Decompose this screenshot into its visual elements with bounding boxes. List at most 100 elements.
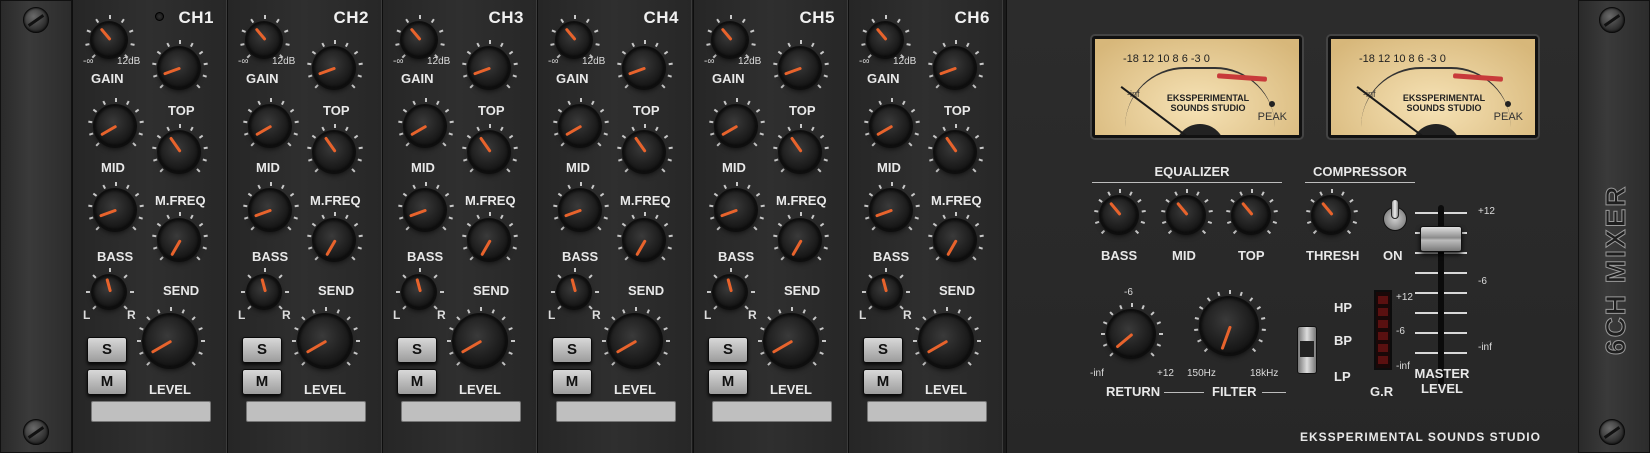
- gr-minus6-label: -6: [1396, 326, 1405, 337]
- threshold-knob[interactable]: [1313, 197, 1349, 233]
- knob-tick: [353, 222, 359, 227]
- level-knob[interactable]: [765, 315, 817, 367]
- knob-tick: [1094, 220, 1100, 224]
- send-knob[interactable]: [624, 220, 664, 260]
- knob-tick: [489, 40, 491, 44]
- level-label: LEVEL: [925, 382, 967, 397]
- send-knob[interactable]: [780, 220, 820, 260]
- knob-pointer: [771, 339, 794, 354]
- top-knob[interactable]: [780, 48, 820, 88]
- solo-button[interactable]: S: [397, 337, 437, 363]
- bass-knob[interactable]: [95, 190, 135, 230]
- solo-button[interactable]: S: [708, 337, 748, 363]
- gain-knob[interactable]: [868, 23, 902, 57]
- compressor-on-toggle[interactable]: [1383, 199, 1407, 233]
- mid-knob[interactable]: [250, 106, 290, 146]
- pan-knob[interactable]: [558, 276, 590, 308]
- return-max-label: +12: [1157, 368, 1174, 379]
- solo-button[interactable]: S: [863, 337, 903, 363]
- mfreq-knob[interactable]: [780, 132, 820, 172]
- gain-knob[interactable]: [92, 23, 126, 57]
- gain-knob[interactable]: [713, 23, 747, 57]
- mid-knob[interactable]: [716, 106, 756, 146]
- vu-meter-right: -18 12 10 8 6 -3 0 -inf EKSSPERIMENTALSO…: [1328, 36, 1538, 138]
- gain-max-label: 12dB: [893, 56, 917, 67]
- pan-knob[interactable]: [93, 276, 125, 308]
- knob-tick: [974, 50, 980, 55]
- level-knob[interactable]: [609, 315, 661, 367]
- top-label: TOP: [633, 103, 660, 118]
- filter-mode-switch[interactable]: [1297, 326, 1317, 374]
- bass-knob[interactable]: [405, 190, 445, 230]
- bass-knob[interactable]: [871, 190, 911, 230]
- master-fader-cap[interactable]: [1420, 226, 1462, 252]
- scribble-strip[interactable]: [556, 401, 676, 422]
- knob-tick: [430, 18, 435, 24]
- master-eq-mid-knob[interactable]: [1168, 197, 1204, 233]
- level-knob[interactable]: [299, 315, 351, 367]
- top-knob[interactable]: [314, 48, 354, 88]
- knob-pointer: [1220, 325, 1232, 351]
- level-knob[interactable]: [454, 315, 506, 367]
- bass-knob[interactable]: [716, 190, 756, 230]
- pan-knob[interactable]: [714, 276, 746, 308]
- solo-button[interactable]: S: [242, 337, 282, 363]
- mid-knob[interactable]: [560, 106, 600, 146]
- mfreq-knob[interactable]: [469, 132, 509, 172]
- mfreq-knob[interactable]: [935, 132, 975, 172]
- mid-knob[interactable]: [871, 106, 911, 146]
- knob-tick: [915, 327, 920, 331]
- send-knob[interactable]: [159, 220, 199, 260]
- knob-tick: [334, 212, 336, 216]
- top-knob[interactable]: [935, 48, 975, 88]
- top-knob[interactable]: [624, 48, 664, 88]
- solo-button[interactable]: S: [552, 337, 592, 363]
- solo-button[interactable]: S: [87, 337, 127, 363]
- mfreq-knob[interactable]: [314, 132, 354, 172]
- master-eq-top-knob[interactable]: [1233, 197, 1269, 233]
- mute-button[interactable]: M: [242, 369, 282, 395]
- gain-knob[interactable]: [247, 23, 281, 57]
- channel-title: CH4: [643, 8, 679, 27]
- send-knob[interactable]: [935, 220, 975, 260]
- mid-knob[interactable]: [95, 106, 135, 146]
- filter-knob[interactable]: [1201, 298, 1257, 354]
- mid-knob[interactable]: [405, 106, 445, 146]
- scribble-strip[interactable]: [867, 401, 987, 422]
- send-knob[interactable]: [469, 220, 509, 260]
- knob-tick: [663, 134, 669, 139]
- mute-button[interactable]: M: [397, 369, 437, 395]
- knob-tick: [913, 340, 917, 342]
- mute-button[interactable]: M: [708, 369, 748, 395]
- mfreq-knob[interactable]: [159, 132, 199, 172]
- mute-button[interactable]: M: [87, 369, 127, 395]
- mute-button[interactable]: M: [552, 369, 592, 395]
- top-knob[interactable]: [469, 48, 509, 88]
- level-knob[interactable]: [144, 315, 196, 367]
- mute-button[interactable]: M: [863, 369, 903, 395]
- bass-knob[interactable]: [250, 190, 290, 230]
- send-knob[interactable]: [314, 220, 354, 260]
- return-knob[interactable]: [1108, 311, 1154, 357]
- scribble-strip[interactable]: [712, 401, 832, 422]
- filter-min-label: 150Hz: [1187, 368, 1216, 379]
- scribble-strip[interactable]: [401, 401, 521, 422]
- bass-knob[interactable]: [560, 190, 600, 230]
- level-knob[interactable]: [920, 315, 972, 367]
- scribble-strip[interactable]: [91, 401, 211, 422]
- top-knob[interactable]: [159, 48, 199, 88]
- pan-knob[interactable]: [248, 276, 280, 308]
- gain-knob[interactable]: [557, 23, 591, 57]
- mfreq-knob[interactable]: [624, 132, 664, 172]
- knob-tick: [444, 192, 450, 197]
- knob-tick: [462, 146, 467, 150]
- rack-ear-left: [0, 0, 72, 453]
- pan-knob[interactable]: [869, 276, 901, 308]
- pan-knob[interactable]: [403, 276, 435, 308]
- knob-tick: [656, 361, 661, 366]
- scribble-strip[interactable]: [246, 401, 366, 422]
- master-eq-bass-knob[interactable]: [1101, 197, 1137, 233]
- gain-knob[interactable]: [402, 23, 436, 57]
- knob-tick: [419, 268, 421, 272]
- knob-tick: [436, 184, 440, 190]
